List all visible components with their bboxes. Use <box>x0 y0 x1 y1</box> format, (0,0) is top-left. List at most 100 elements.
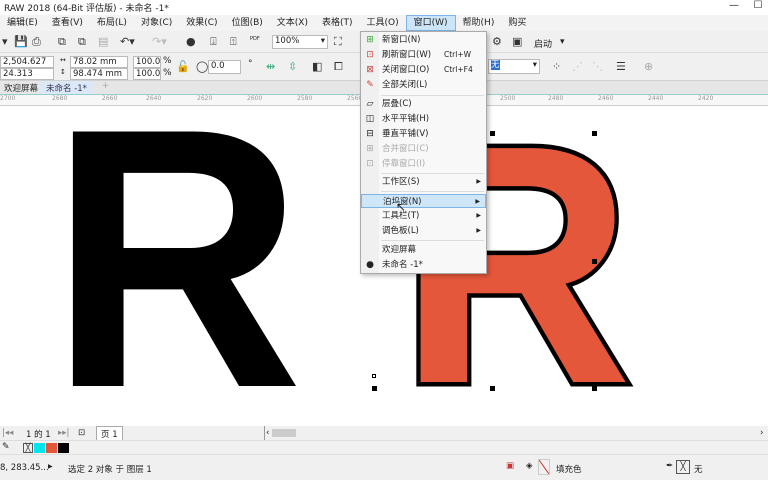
menu-buy[interactable]: 购买 <box>501 15 533 31</box>
merge-window-icon: ⊞ <box>366 144 374 154</box>
import-icon[interactable]: ⍗ <box>210 35 217 49</box>
print-icon[interactable]: ⎙ <box>32 35 41 49</box>
outline-pen-icon: ✒ <box>666 461 674 471</box>
mirror-horizontal-icon[interactable]: ⇹ <box>266 60 275 74</box>
lock-ratio-icon[interactable]: 🔓 <box>176 60 190 74</box>
mirror-vertical-icon[interactable]: ⇳ <box>288 60 297 74</box>
color-swatch[interactable] <box>46 443 57 453</box>
selection-handle[interactable] <box>372 386 377 391</box>
launch-dropdown-icon[interactable]: ▾ <box>560 37 565 47</box>
scroll-left-icon[interactable]: ‹ <box>266 428 269 438</box>
menu-item-refresh-window[interactable]: ⊡ 刷新窗口(W) Ctrl+W <box>361 48 486 62</box>
ruler-label: 2480 <box>548 95 564 102</box>
fill-color-label: 填充色 <box>556 465 582 475</box>
combine-icon[interactable]: ⧠ <box>334 60 343 74</box>
undo-icon[interactable]: ↶▾ <box>120 35 135 49</box>
height-icon: ↕ <box>60 68 66 76</box>
horizontal-scrollbar-thumb[interactable] <box>272 429 296 437</box>
selection-handle[interactable] <box>490 386 495 391</box>
color-swatch[interactable] <box>58 443 69 453</box>
menu-item-color-palettes[interactable]: 调色板(L) ▶ <box>361 224 486 238</box>
ruler-label: 2700 <box>0 95 16 102</box>
zoom-level-select[interactable]: 100% ▾ <box>272 35 328 49</box>
outline-width-select[interactable]: 无 ▾ <box>488 59 540 74</box>
outline-none-swatch[interactable]: ╳ <box>676 460 690 474</box>
fill-none-swatch[interactable] <box>538 459 550 475</box>
y-position-field[interactable]: 24.313 mm <box>0 68 54 90</box>
add-page-icon[interactable]: ⊡ <box>78 428 85 438</box>
add-icon[interactable]: ⊕ <box>644 60 653 74</box>
menu-bitmaps[interactable]: 位图(B) <box>225 15 270 31</box>
menu-object[interactable]: 对象(C) <box>134 15 179 31</box>
shortcut: Ctrl+F4 <box>444 65 473 74</box>
maximize-button[interactable]: ☐ <box>748 0 768 15</box>
node2-icon[interactable]: ⋱ <box>592 60 603 74</box>
menu-effects[interactable]: 效果(C) <box>179 15 224 31</box>
minimize-button[interactable]: — <box>724 0 744 15</box>
node-icon[interactable]: ⋰ <box>572 60 583 74</box>
submenu-arrow-icon: ▶ <box>475 198 480 205</box>
menu-text[interactable]: 文本(X) <box>270 15 315 31</box>
fill-bucket-icon: ◈ <box>526 461 533 471</box>
menu-item-tile-vertical[interactable]: ⊟ 垂直平铺(V) <box>361 127 486 141</box>
redo-icon[interactable]: ↷▾ <box>152 35 167 49</box>
menu-edit[interactable]: 编辑(E) <box>0 15 45 31</box>
eyedropper-icon[interactable]: ✎ <box>2 442 10 452</box>
cut-icon[interactable]: ⧉ <box>58 35 66 49</box>
scroll-right-icon[interactable]: › <box>760 428 763 438</box>
publish-pdf-icon[interactable]: PDF <box>250 36 260 42</box>
export-icon[interactable]: ⍐ <box>230 35 237 49</box>
height-field[interactable]: 98.474 mm <box>70 68 128 80</box>
menu-item-toolbars[interactable]: 工具栏(T) ▶ <box>361 209 486 223</box>
options-gear-icon[interactable]: ⚙ <box>492 35 502 49</box>
menu-item-tile-horizontal[interactable]: ◫ 水平平铺(H) <box>361 112 486 126</box>
no-color-swatch[interactable]: ╳ <box>23 443 33 453</box>
menu-item-welcome-screen[interactable]: 欢迎屏幕 <box>361 243 486 257</box>
menu-layout[interactable]: 布局(L) <box>90 15 134 31</box>
launch-button[interactable]: 启动 <box>534 37 552 50</box>
ruler-label: 2420 <box>698 95 714 102</box>
menu-item-close-all[interactable]: ✎ 全部关闭(L) <box>361 78 486 92</box>
menu-help[interactable]: 帮助(H) <box>456 15 502 31</box>
search-content-icon[interactable]: ● <box>186 35 196 49</box>
tab-untitled[interactable]: 未命名 -1* <box>40 81 93 95</box>
x-position-field[interactable]: 2,504.627 mm <box>0 56 54 78</box>
menu-item-dockers[interactable]: 泊坞窗(N) ▶ <box>361 194 486 208</box>
selection-handle[interactable] <box>592 259 597 264</box>
menu-tools[interactable]: 工具(O) <box>360 15 406 31</box>
wrap-text-icon[interactable]: ☰ <box>616 60 626 74</box>
save-icon[interactable]: 💾 <box>14 35 28 49</box>
color-swatch[interactable] <box>34 443 45 453</box>
convert-icon[interactable]: ⁘ <box>552 60 561 74</box>
scale-x-field[interactable]: 100.0 <box>133 56 161 68</box>
menu-window[interactable]: 窗口(W) <box>405 15 456 31</box>
page-next-last-icon[interactable]: ▸▸| <box>58 428 69 438</box>
menu-item-label: 新窗口(N) <box>382 35 421 45</box>
menu-item-cascade[interactable]: ▱ 层叠(C) <box>361 97 486 111</box>
tab-welcome[interactable]: 欢迎屏幕 <box>0 82 42 94</box>
width-field[interactable]: 78.02 mm <box>70 56 128 68</box>
ruler-label: 2620 <box>197 95 213 102</box>
black-letter-r[interactable]: R <box>49 52 303 465</box>
selection-handle[interactable] <box>490 131 495 136</box>
menu-view[interactable]: 查看(V) <box>45 15 90 31</box>
expand-arrow-icon[interactable]: ▶ <box>48 463 53 470</box>
dropdown-icon[interactable]: ▾ <box>2 35 8 49</box>
menu-item-close-window[interactable]: ⊠ 关闭窗口(O) Ctrl+F4 <box>361 63 486 77</box>
full-screen-icon[interactable]: ⛶ <box>334 35 342 49</box>
add-tab-icon[interactable]: + <box>102 81 109 91</box>
menu-table[interactable]: 表格(T) <box>315 15 360 31</box>
color-proof-icon[interactable]: ▣ <box>506 461 514 471</box>
rotation-field[interactable]: 0.0 <box>208 60 241 74</box>
menu-item-untitled-doc[interactable]: ● 未命名 -1* <box>361 258 486 272</box>
scale-y-field[interactable]: 100.0 <box>133 68 161 80</box>
menu-item-new-window[interactable]: ⊞ 新窗口(N) <box>361 33 486 47</box>
page-first-prev-icon[interactable]: |◂◂ <box>2 428 13 438</box>
selection-handle[interactable] <box>592 386 597 391</box>
menu-item-workspace[interactable]: 工作区(S) ▶ <box>361 175 486 189</box>
paste-icon[interactable]: ▤ <box>98 35 108 49</box>
degree-label: ° <box>248 59 253 69</box>
selection-handle[interactable] <box>592 131 597 136</box>
copy-icon[interactable]: ⧉ <box>78 35 86 49</box>
order-icon[interactable]: ◧ <box>312 60 322 74</box>
